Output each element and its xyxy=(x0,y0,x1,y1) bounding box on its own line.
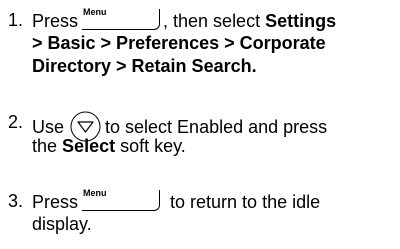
step-2-soft-key: soft key. xyxy=(120,136,186,156)
menu-key-icon: Menu xyxy=(82,7,161,30)
step-1-settings: Settings xyxy=(265,11,337,31)
step-2-rest-line-1: to select Enabled and press xyxy=(105,117,328,137)
step-3-number: 3. xyxy=(8,191,24,211)
step-2-number: 2. xyxy=(8,112,24,132)
step-2-use-text: Use xyxy=(32,117,65,137)
menu-key-label: Menu xyxy=(83,7,107,17)
step-2-the: the xyxy=(32,136,58,156)
step-1-then-select: , then select xyxy=(163,11,261,31)
step-1-number: 1. xyxy=(8,10,24,30)
menu-key-icon: Menu xyxy=(82,188,161,211)
step-3-press-text: Press xyxy=(32,192,79,212)
step-2-select-word: Select xyxy=(62,136,116,156)
menu-key-label: Menu xyxy=(83,188,107,198)
step-1-press-text: Press xyxy=(32,11,79,31)
step-2-line-2: the Select soft key. xyxy=(32,135,186,157)
step-1-path-line-3: Directory > Retain Search. xyxy=(32,56,257,76)
step-3-line-2: display. xyxy=(32,214,92,234)
step-3-rest-line-1: to return to the idle xyxy=(170,192,321,212)
step-1-path-line-2: > Basic > Preferences > Corporate xyxy=(32,33,326,53)
